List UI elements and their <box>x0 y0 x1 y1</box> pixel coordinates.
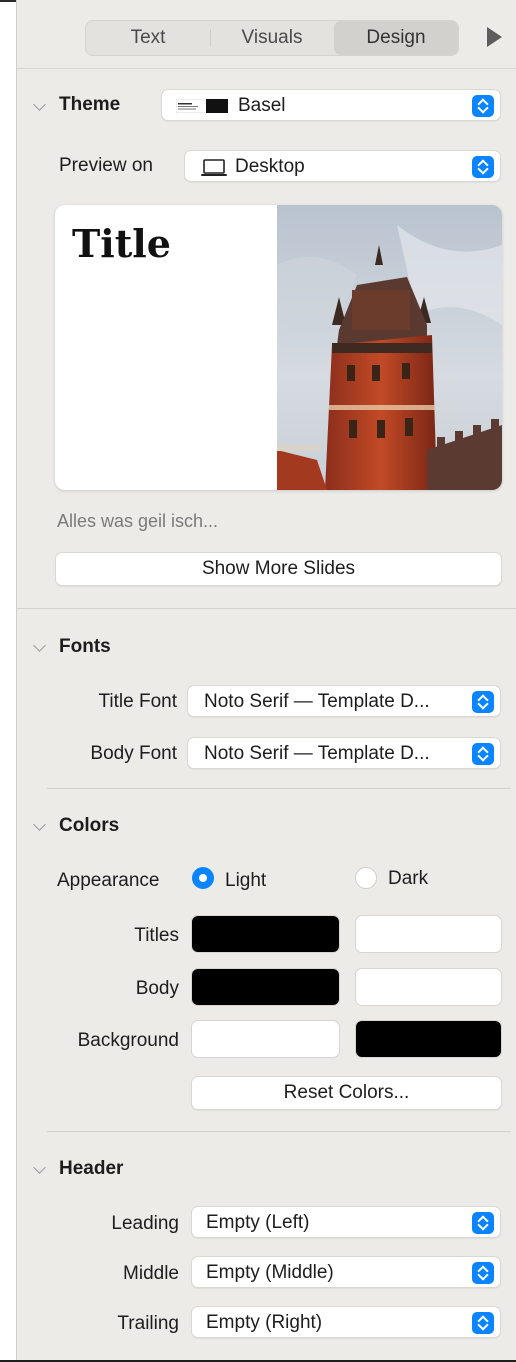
show-more-slides-button[interactable]: Show More Slides <box>55 552 502 586</box>
stepper-icon <box>472 743 494 765</box>
titles-light-color-well[interactable] <box>191 915 340 953</box>
reset-colors-button[interactable]: Reset Colors... <box>191 1076 502 1110</box>
dark-radio-label[interactable]: Dark <box>388 868 428 890</box>
section-divider <box>17 608 516 609</box>
chevron-down-icon[interactable] <box>33 1161 46 1174</box>
body-color-label: Body <box>135 978 179 999</box>
preview-on-label: Preview on <box>59 155 153 176</box>
body-font-label: Body Font <box>90 743 177 764</box>
play-icon[interactable] <box>487 27 502 47</box>
stepper-icon <box>472 1312 494 1334</box>
header-section-title: Header <box>59 1158 124 1179</box>
titles-dark-color-well[interactable] <box>355 915 502 953</box>
trailing-label: Trailing <box>117 1313 179 1334</box>
dark-radio-icon[interactable] <box>355 867 377 889</box>
middle-value: Empty (Middle) <box>206 1262 334 1283</box>
title-font-label: Title Font <box>98 691 178 712</box>
chevron-down-icon[interactable] <box>33 639 46 652</box>
title-font-value: Noto Serif — Template D... <box>204 691 430 712</box>
trailing-popup[interactable]: Empty (Right) <box>191 1306 501 1338</box>
theme-popup[interactable]: Basel <box>161 89 501 121</box>
tab-visuals[interactable]: Visuals <box>210 21 334 55</box>
slide-title: Title <box>72 221 171 266</box>
middle-popup[interactable]: Empty (Middle) <box>191 1256 501 1288</box>
colors-section-title: Colors <box>59 815 120 836</box>
tower-photo <box>277 205 502 490</box>
tab-design[interactable]: Design <box>334 21 458 55</box>
background-light-color-well[interactable] <box>191 1020 340 1058</box>
stepper-icon <box>472 156 494 178</box>
chevron-down-icon[interactable] <box>33 98 46 111</box>
trailing-value: Empty (Right) <box>206 1312 323 1333</box>
slide-caption: Alles was geil isch... <box>57 511 219 531</box>
title-font-popup[interactable]: Noto Serif — Template D... <box>187 685 501 717</box>
leading-popup[interactable]: Empty (Left) <box>191 1206 501 1238</box>
light-radio-icon[interactable] <box>192 867 214 889</box>
appearance-label: Appearance <box>57 870 160 891</box>
body-font-popup[interactable]: Noto Serif — Template D... <box>187 737 501 769</box>
theme-section-title: Theme <box>59 94 121 115</box>
stepper-icon <box>472 1262 494 1284</box>
middle-label: Middle <box>123 1263 179 1284</box>
light-radio-label[interactable]: Light <box>225 870 266 892</box>
leading-value: Empty (Left) <box>206 1212 310 1233</box>
stepper-icon <box>472 1212 494 1234</box>
body-font-value: Noto Serif — Template D... <box>204 743 430 764</box>
chevron-down-icon[interactable] <box>33 818 46 831</box>
theme-thumbnail-icon <box>176 99 228 113</box>
section-divider <box>47 1131 511 1132</box>
theme-value: Basel <box>238 95 286 116</box>
stepper-icon <box>472 691 494 713</box>
titles-color-label: Titles <box>134 925 179 946</box>
body-light-color-well[interactable] <box>191 968 340 1006</box>
section-divider <box>47 788 511 789</box>
background-color-label: Background <box>77 1030 179 1051</box>
preview-device-popup[interactable]: Desktop <box>184 150 501 182</box>
background-dark-color-well[interactable] <box>355 1020 502 1058</box>
body-dark-color-well[interactable] <box>355 968 502 1006</box>
stepper-icon <box>472 95 494 117</box>
preview-device-value: Desktop <box>235 156 305 177</box>
inspector-segmented-control: Text Visuals Design <box>85 20 459 56</box>
design-inspector-panel: Text Visuals Design Theme Basel Preview … <box>16 0 516 1362</box>
slide-preview[interactable]: Title <box>55 205 502 490</box>
fonts-section-title: Fonts <box>59 636 111 657</box>
inspector-tab-bar: Text Visuals Design <box>17 2 516 69</box>
laptop-icon <box>201 159 227 176</box>
tab-text[interactable]: Text <box>86 21 210 55</box>
leading-label: Leading <box>111 1213 179 1234</box>
